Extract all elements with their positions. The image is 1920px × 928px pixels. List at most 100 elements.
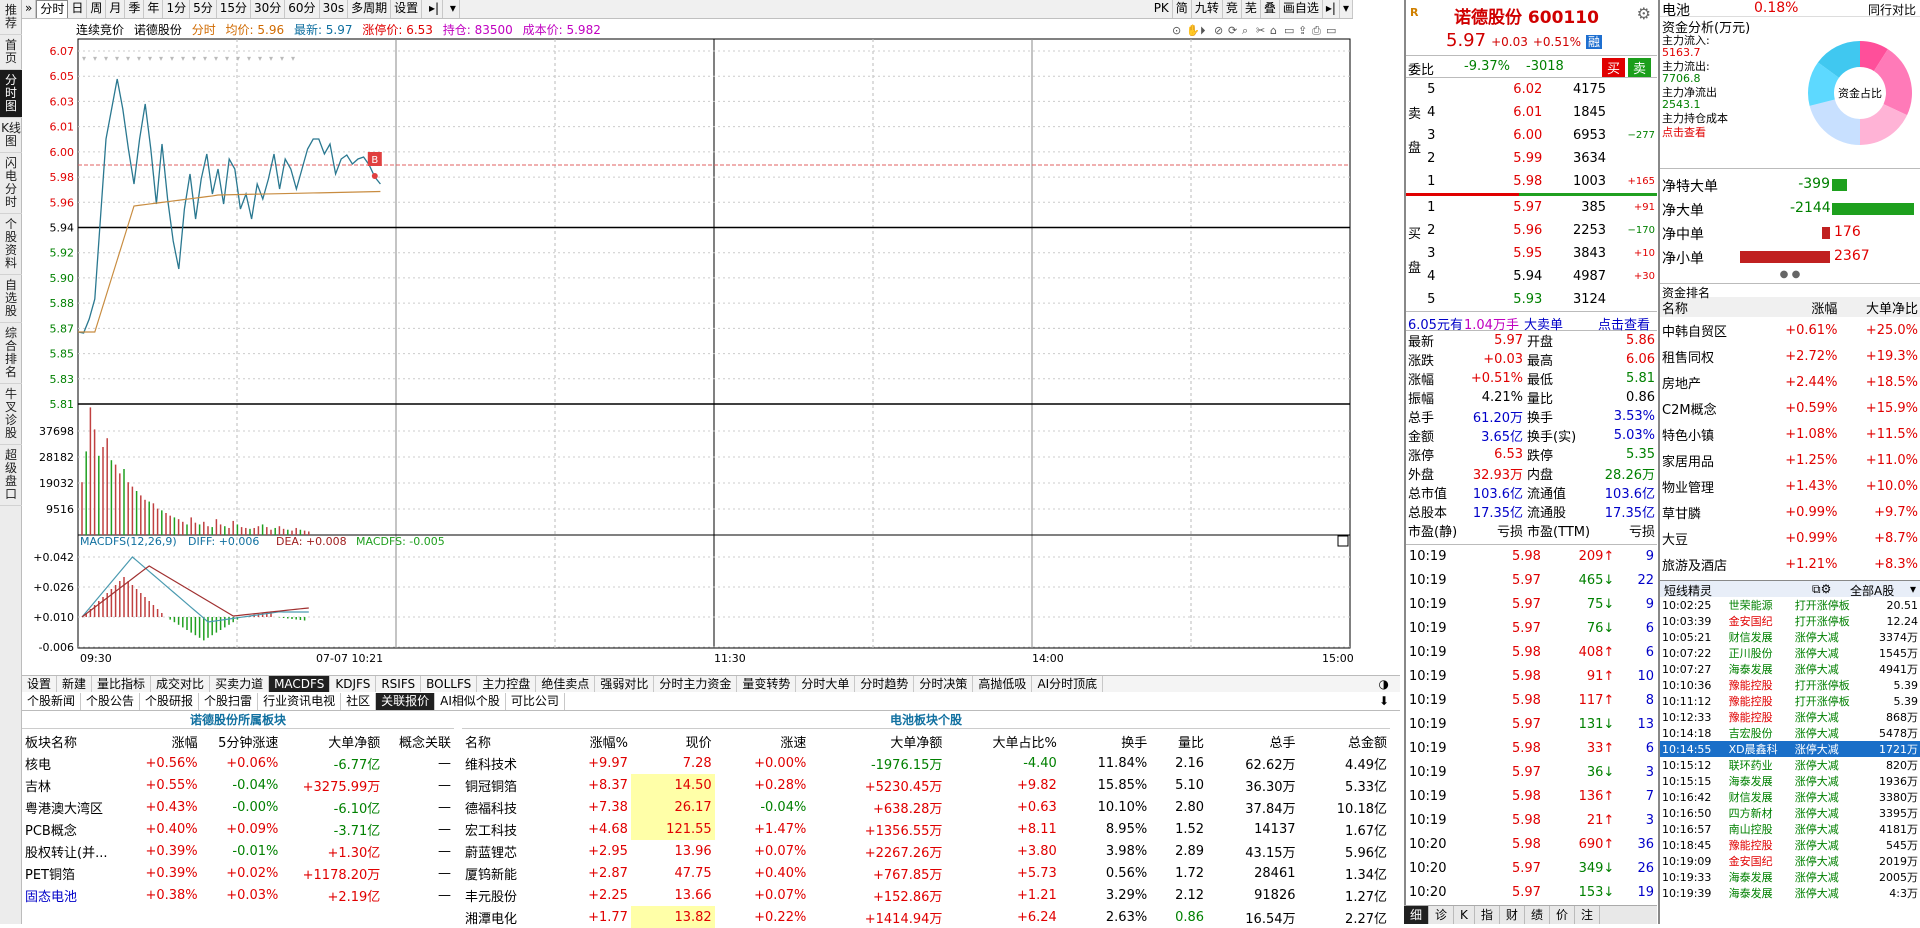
info-subtab[interactable]: 个股扫雷 bbox=[199, 693, 259, 710]
info-subtab[interactable]: 可比公司 bbox=[506, 693, 565, 710]
genie-row[interactable]: 10:07:22 正川股份 涨停大减 1545万 bbox=[1660, 645, 1920, 661]
indicator-tab[interactable]: 设置 bbox=[22, 676, 58, 692]
chart-tool-icon[interactable]: ⊘ bbox=[1214, 24, 1223, 37]
board-col-header[interactable]: 概念关联 bbox=[383, 730, 454, 752]
period-tab[interactable]: 日 bbox=[68, 0, 88, 18]
board-row[interactable]: 固态电池 +0.38% +0.03% +2.19亿 — bbox=[22, 884, 454, 906]
stock-row[interactable]: 丰元股份 +2.25 13.66 +0.07% +152.86万 +1.21 3.29% 2.… bbox=[462, 884, 1390, 906]
info-subtab[interactable]: 社区 bbox=[341, 693, 377, 710]
rank-row[interactable]: 租售同权 +2.72% +19.3% bbox=[1660, 343, 1920, 369]
board-col-header[interactable]: 涨幅 bbox=[130, 730, 201, 752]
rank-row[interactable]: C2M概念 +0.59% +15.9% bbox=[1660, 395, 1920, 421]
stock-row[interactable]: 蔚蓝锂芯 +2.95 13.96 +0.07% +2267.26万 +3.80 3.98% 2… bbox=[462, 840, 1390, 862]
indicator-tab[interactable]: RSIFS bbox=[376, 676, 422, 692]
period-tab[interactable]: 年 bbox=[144, 0, 164, 18]
indicator-tab[interactable]: 绝佳卖点 bbox=[536, 676, 596, 692]
rank-row[interactable]: 特色小镇 +1.08% +11.5% bbox=[1660, 421, 1920, 447]
asks-row[interactable]: 5 6.02 4175 bbox=[1406, 78, 1657, 101]
genie-row[interactable]: 10:05:21 财信发展 涨停大减 3374万 bbox=[1660, 629, 1920, 645]
chart-tool-icon[interactable]: ⊙ bbox=[1172, 24, 1181, 37]
nav-item[interactable]: 推荐 bbox=[0, 0, 22, 35]
rank-row[interactable]: 家居用品 +1.25% +11.0% bbox=[1660, 447, 1920, 473]
menu-icon[interactable]: ▾ bbox=[1340, 0, 1353, 18]
indicator-tab[interactable]: KDJFS bbox=[330, 676, 377, 692]
indicator-tab[interactable]: 成交对比 bbox=[151, 676, 211, 692]
tool-button[interactable]: 简 bbox=[1173, 0, 1192, 18]
quote-tab[interactable]: 财 bbox=[1500, 906, 1525, 924]
nav-item[interactable]: 首页 bbox=[0, 35, 22, 70]
chart-tool-icon[interactable]: ⌕ bbox=[1242, 24, 1248, 37]
bids-row[interactable]: 2 5.96 2253 −170 bbox=[1406, 219, 1657, 242]
stock-row[interactable]: 铜冠铜箔 +8.37 14.50 +0.28% +5230.45万 +9.82 15.85%… bbox=[462, 774, 1390, 796]
chevron-down-icon[interactable]: ▾ bbox=[1910, 582, 1916, 596]
indicator-tab[interactable]: 新建 bbox=[57, 676, 93, 692]
bids-row[interactable]: 1 5.97 385 +91 bbox=[1406, 196, 1657, 219]
tool-button[interactable]: 九转 bbox=[1192, 0, 1223, 18]
nav-item[interactable]: 自选股 bbox=[0, 275, 22, 323]
quote-tab[interactable]: 细 bbox=[1404, 906, 1430, 924]
chart-tool-icon[interactable]: ✋ bbox=[1186, 24, 1200, 37]
stock-row[interactable]: 德福科技 +7.38 26.17 -0.04% +638.28万 +0.63 10.10% 2… bbox=[462, 796, 1390, 818]
period-tab[interactable]: 多周期 bbox=[348, 0, 392, 18]
indicator-tab[interactable]: 强弱对比 bbox=[595, 676, 655, 692]
rank-row[interactable]: 草甘膦 +0.99% +9.7% bbox=[1660, 499, 1920, 525]
board-col-header[interactable]: 5分钟涨速 bbox=[201, 730, 282, 752]
indicator-tab[interactable]: 高抛低吸 bbox=[973, 676, 1033, 692]
info-subtab[interactable]: 个股新闻 bbox=[22, 693, 82, 710]
indicator-tab[interactable]: BOLLFS bbox=[421, 676, 478, 692]
chart-tool-icon[interactable]: ▭ bbox=[1284, 24, 1294, 37]
genie-filter[interactable]: 全部A股 bbox=[1850, 582, 1894, 599]
board-row[interactable]: PET铜箔 +0.39% +0.02% +1178.20万 — bbox=[22, 862, 454, 884]
bids-row[interactable]: 3 5.95 3843 +10 bbox=[1406, 242, 1657, 265]
asks-row[interactable]: 2 5.99 3634 bbox=[1406, 147, 1657, 170]
indicator-tab[interactable]: 分时趋势 bbox=[855, 676, 915, 692]
stock-col-header[interactable]: 总金额 bbox=[1299, 730, 1391, 752]
period-tab[interactable]: 30s bbox=[320, 0, 349, 18]
indicator-tab[interactable]: 买卖力道 bbox=[210, 676, 270, 692]
genie-row[interactable]: 10:10:36 豫能控股 打开涨停板 5.39 bbox=[1660, 677, 1920, 693]
tool-button[interactable]: 芜 bbox=[1242, 0, 1261, 18]
info-subtab[interactable]: 个股公告 bbox=[81, 693, 141, 710]
genie-row[interactable]: 10:16:42 财信发展 涨停大减 3380万 bbox=[1660, 789, 1920, 805]
genie-row[interactable]: 10:12:33 豫能控股 涨停大减 868万 bbox=[1660, 709, 1920, 725]
genie-settings-icon[interactable]: ⧉⚙ bbox=[1812, 582, 1831, 597]
stock-col-header[interactable]: 名称 bbox=[462, 730, 556, 752]
info-subtab[interactable]: 关联报价 bbox=[376, 693, 436, 710]
genie-row[interactable]: 10:03:39 金安国纪 打开涨停板 12.24 bbox=[1660, 613, 1920, 629]
genie-row[interactable]: 10:19:33 海泰发展 涨停大减 2005万 bbox=[1660, 869, 1920, 885]
period-tab[interactable]: 分时 bbox=[36, 0, 69, 18]
nav-item[interactable]: K线图 bbox=[0, 118, 22, 153]
indicator-tab[interactable]: 量变转势 bbox=[737, 676, 797, 692]
big-order-link[interactable]: 点击查看 bbox=[1598, 314, 1650, 333]
nav-item[interactable]: 超级盘口 bbox=[0, 445, 22, 506]
genie-row[interactable]: 10:16:57 南山控股 涨停大减 4181万 bbox=[1660, 821, 1920, 837]
indicator-tab[interactable]: 量比指标 bbox=[92, 676, 152, 692]
indicator-tab[interactable]: 分时主力资金 bbox=[654, 676, 738, 692]
rank-col-header[interactable]: 大单净比 bbox=[1839, 297, 1920, 317]
sell-button[interactable]: 卖 bbox=[1628, 58, 1652, 77]
gear-icon[interactable]: ⚙ bbox=[1637, 4, 1651, 23]
stock-col-header[interactable]: 总手 bbox=[1207, 730, 1298, 752]
quote-tab[interactable]: 指 bbox=[1475, 906, 1500, 924]
genie-row[interactable]: 10:14:18 吉宏股份 涨停大减 5478万 bbox=[1660, 725, 1920, 741]
nav-item[interactable]: 个股资料 bbox=[0, 214, 22, 275]
info-subtab[interactable]: AI相似个股 bbox=[435, 693, 506, 710]
genie-row[interactable]: 10:07:27 海泰发展 涨停大减 4941万 bbox=[1660, 661, 1920, 677]
genie-row[interactable]: 10:16:50 四方新材 涨停大减 3395万 bbox=[1660, 805, 1920, 821]
toolbar-expand-icon[interactable]: » bbox=[22, 0, 37, 18]
board-row[interactable]: PCB概念 +0.40% +0.09% -3.71亿 — bbox=[22, 818, 454, 840]
toolbar-arrow-icon[interactable]: ▸| bbox=[426, 0, 444, 18]
stock-col-header[interactable]: 涨速 bbox=[715, 730, 810, 752]
nav-item[interactable]: 综合排名 bbox=[0, 323, 22, 384]
indicator-tab[interactable]: AI分时顶底 bbox=[1032, 676, 1104, 692]
chart-tool-icon[interactable]: ⎙ bbox=[1312, 24, 1321, 37]
info-subtab[interactable]: 行业资讯电视 bbox=[258, 693, 342, 710]
asks-row[interactable]: 3 6.00 6953 −277 bbox=[1406, 124, 1657, 147]
chart-tool-icon[interactable]: ⌂ bbox=[1270, 24, 1277, 37]
quote-tab[interactable]: 绩 bbox=[1525, 906, 1550, 924]
rank-col-header[interactable]: 涨幅 bbox=[1759, 297, 1840, 317]
download-icon[interactable]: ⬇ bbox=[1374, 693, 1394, 710]
stock-col-header[interactable]: 换手 bbox=[1060, 730, 1150, 752]
period-tab[interactable]: 15分 bbox=[217, 0, 251, 18]
tool-button[interactable]: 画自选 bbox=[1280, 0, 1323, 18]
